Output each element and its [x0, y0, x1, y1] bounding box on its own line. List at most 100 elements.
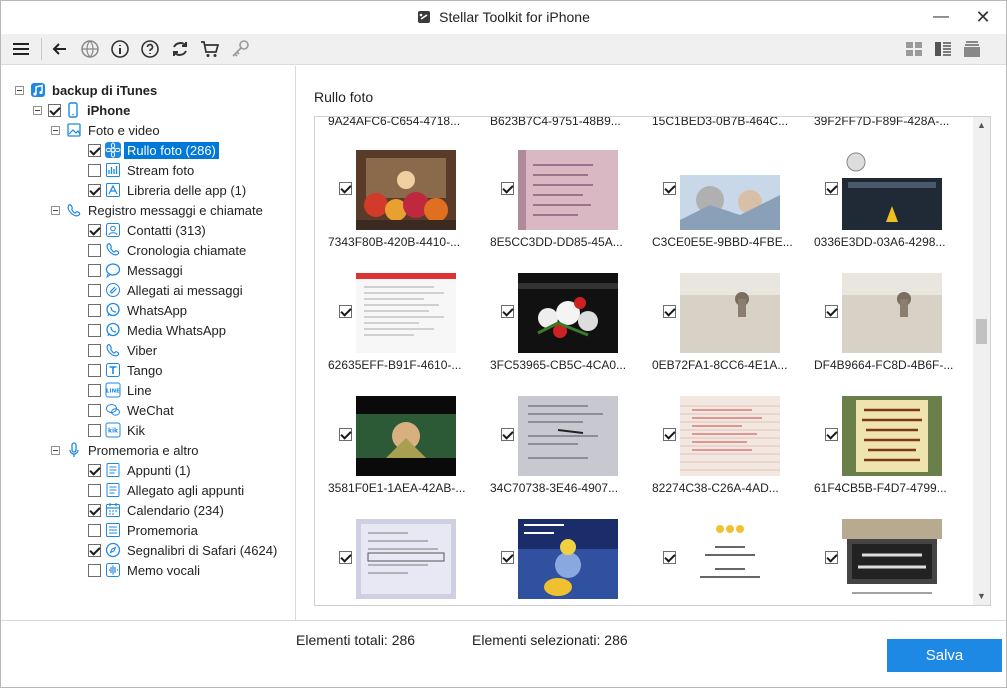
key-icon[interactable]	[228, 37, 252, 61]
tree-item[interactable]: Allegato agli appunti	[88, 480, 247, 500]
photo-tile[interactable]: 0EB72FA1-8CC6-4E1A...	[639, 243, 799, 372]
photo-checkbox[interactable]	[663, 305, 676, 318]
photo-checkbox[interactable]	[663, 428, 676, 441]
item-checkbox[interactable]	[88, 163, 101, 177]
tree-item[interactable]: Tango	[88, 360, 165, 380]
photo-checkbox[interactable]	[339, 428, 352, 441]
item-checkbox[interactable]	[88, 183, 101, 197]
collapse-toggle[interactable]	[51, 205, 60, 215]
tree-root[interactable]: backup di iTunes	[15, 80, 160, 100]
item-checkbox[interactable]	[88, 563, 101, 577]
photo-tile[interactable]: 34C70738-3E46-4907...	[477, 366, 637, 495]
grid-view-icon[interactable]	[902, 37, 926, 61]
photo-tile[interactable]	[801, 489, 961, 605]
tree-group[interactable]: Promemoria e altro	[51, 440, 202, 460]
photo-tile[interactable]	[639, 489, 799, 605]
tree-item[interactable]: WeChat	[88, 400, 177, 420]
save-button[interactable]: Salva	[887, 639, 1002, 672]
tree-item[interactable]: Libreria delle app (1)	[88, 180, 249, 200]
photo-checkbox[interactable]	[663, 551, 676, 564]
photo-thumbnail[interactable]	[356, 150, 456, 230]
photo-thumbnail[interactable]	[680, 519, 780, 599]
collapse-toggle[interactable]	[51, 445, 60, 455]
tree-item[interactable]: Promemoria	[88, 520, 201, 540]
tree-item[interactable]: kik Kik	[88, 420, 148, 440]
photo-checkbox[interactable]	[825, 428, 838, 441]
photo-thumbnail[interactable]	[680, 150, 780, 230]
photo-checkbox[interactable]	[501, 551, 514, 564]
tree-item[interactable]: Segnalibri di Safari (4624)	[88, 540, 280, 560]
photo-tile[interactable]: 61F4CB5B-F4D7-4799...	[801, 366, 961, 495]
photo-thumbnail[interactable]	[356, 519, 456, 599]
photo-thumbnail[interactable]	[680, 396, 780, 476]
photo-checkbox[interactable]	[501, 428, 514, 441]
item-checkbox[interactable]	[88, 143, 101, 157]
photo-checkbox[interactable]	[825, 182, 838, 195]
vertical-scrollbar[interactable]: ▲ ▼	[973, 117, 990, 605]
photo-thumbnail[interactable]	[680, 273, 780, 353]
photo-thumbnail[interactable]	[842, 273, 942, 353]
item-checkbox[interactable]	[88, 243, 101, 257]
photo-tile[interactable]: 3581F0E1-1AEA-42AB-...	[315, 366, 475, 495]
tree-item[interactable]: Memo vocali	[88, 560, 203, 580]
photo-tile[interactable]: 3FC53965-CB5C-4CA0...	[477, 243, 637, 372]
item-checkbox[interactable]	[88, 463, 101, 477]
item-checkbox[interactable]	[88, 523, 101, 537]
item-checkbox[interactable]	[88, 383, 101, 397]
list-view-icon[interactable]	[931, 37, 955, 61]
photo-thumbnail[interactable]	[842, 396, 942, 476]
photo-tile[interactable]: C3CE0E5E-9BBD-4FBE...	[639, 120, 799, 249]
photo-tile[interactable]: 0336E3DD-03A6-4298...	[801, 120, 961, 249]
photo-checkbox[interactable]	[501, 182, 514, 195]
collapse-toggle[interactable]	[33, 105, 42, 115]
tree-item[interactable]: Rullo foto (286)	[88, 140, 219, 160]
close-button[interactable]: ✕	[961, 1, 1005, 33]
photo-thumbnail[interactable]	[356, 273, 456, 353]
item-checkbox[interactable]	[88, 323, 101, 337]
collapse-toggle[interactable]	[51, 125, 60, 135]
tree-item[interactable]: Stream foto	[88, 160, 197, 180]
photo-checkbox[interactable]	[825, 305, 838, 318]
cart-icon[interactable]	[198, 37, 222, 61]
photo-grid[interactable]: 9A24AFC6-C654-4718... B623B7C4-9751-48B9.…	[314, 116, 991, 606]
photo-checkbox[interactable]	[501, 305, 514, 318]
photo-checkbox[interactable]	[825, 551, 838, 564]
item-checkbox[interactable]	[88, 423, 101, 437]
photo-thumbnail[interactable]	[842, 150, 942, 230]
scroll-down-icon[interactable]: ▼	[973, 588, 990, 605]
item-checkbox[interactable]	[88, 303, 101, 317]
back-arrow-icon[interactable]	[48, 37, 72, 61]
photo-tile[interactable]: 62635EFF-B91F-4610-...	[315, 243, 475, 372]
photo-tile[interactable]	[477, 489, 637, 605]
refresh-icon[interactable]	[168, 37, 192, 61]
photo-thumbnail[interactable]	[518, 519, 618, 599]
tree-item[interactable]: Cronologia chiamate	[88, 240, 249, 260]
tree-item[interactable]: Allegati ai messaggi	[88, 280, 246, 300]
tree-item[interactable]: Viber	[88, 340, 160, 360]
photo-checkbox[interactable]	[339, 305, 352, 318]
photo-thumbnail[interactable]	[518, 150, 618, 230]
tree-group[interactable]: Foto e video	[51, 120, 163, 140]
tree-item[interactable]: WhatsApp	[88, 300, 190, 320]
photo-thumbnail[interactable]	[356, 396, 456, 476]
tree-group[interactable]: Registro messaggi e chiamate	[51, 200, 266, 220]
photo-tile[interactable]: DF4B9664-FC8D-4B6F-...	[801, 243, 961, 372]
info-icon[interactable]	[108, 37, 132, 61]
item-checkbox[interactable]	[88, 343, 101, 357]
photo-thumbnail[interactable]	[518, 273, 618, 353]
tree-item[interactable]: Contatti (313)	[88, 220, 209, 240]
item-checkbox[interactable]	[88, 543, 101, 557]
menu-icon[interactable]	[9, 37, 33, 61]
tree-item[interactable]: Calendario (234)	[88, 500, 227, 520]
globe-icon[interactable]	[78, 37, 102, 61]
item-checkbox[interactable]	[88, 503, 101, 517]
tree-item[interactable]: Appunti (1)	[88, 460, 194, 480]
photo-thumbnail[interactable]	[842, 519, 942, 599]
photo-tile[interactable]: 7343F80B-420B-4410-...	[315, 120, 475, 249]
tree-item[interactable]: Media WhatsApp	[88, 320, 229, 340]
item-checkbox[interactable]	[88, 483, 101, 497]
item-checkbox[interactable]	[88, 223, 101, 237]
scroll-up-icon[interactable]: ▲	[973, 117, 990, 134]
item-checkbox[interactable]	[88, 363, 101, 377]
photo-tile[interactable]: 82274C38-C26A-4AD...	[639, 366, 799, 495]
